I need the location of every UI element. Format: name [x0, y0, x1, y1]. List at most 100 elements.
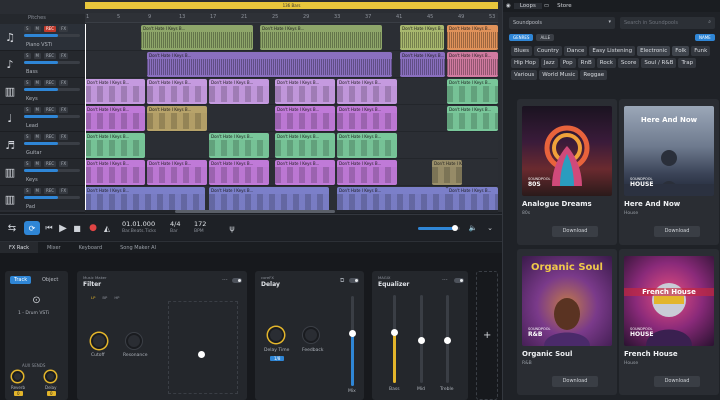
- fx-button[interactable]: FX: [59, 134, 69, 140]
- audio-clip[interactable]: Don't Hate I Keys B...: [447, 52, 498, 77]
- audio-clip[interactable]: Don't Hate I Keys B...: [447, 25, 498, 50]
- mode-lp[interactable]: LP: [91, 295, 95, 300]
- genre-tag[interactable]: Trap: [678, 58, 697, 68]
- track-header[interactable]: ▥ S M REC FX Pad: [0, 186, 85, 213]
- all-filter[interactable]: ALLE: [536, 34, 555, 41]
- search-input[interactable]: Search in Soundpools ⌕: [620, 17, 715, 29]
- horizontal-scrollbar[interactable]: [85, 210, 498, 213]
- genre-tag[interactable]: Funk: [691, 46, 711, 56]
- loop-toggle-icon[interactable]: ⇆: [5, 221, 19, 235]
- arrangement-range-bar[interactable]: 136 Bars: [85, 2, 498, 9]
- audio-clip[interactable]: Don't Hate I Keys B...: [400, 25, 444, 50]
- track-header[interactable]: ▥ S M REC FX Keys: [0, 159, 85, 186]
- store-icon[interactable]: ▭: [542, 3, 551, 9]
- record-arm-button[interactable]: REC: [44, 107, 57, 113]
- timeline-ruler[interactable]: 1 5 9 13 17 21 25 29 33 37 41 45 49 53: [85, 13, 498, 23]
- audio-clip[interactable]: Don't Hate I Keys B...: [209, 160, 269, 185]
- solo-button[interactable]: S: [24, 107, 31, 113]
- genre-tag[interactable]: Easy Listening: [589, 46, 636, 56]
- track-volume-slider[interactable]: [24, 115, 80, 118]
- track-lane[interactable]: Don't Hate I Keys B... Don't Hate I Keys …: [85, 186, 498, 210]
- download-button[interactable]: Download: [654, 376, 700, 387]
- track-header[interactable]: ♫ S M REC FX Piano VSTi: [0, 24, 85, 51]
- toggle-icon[interactable]: ◉: [503, 3, 514, 9]
- fx-button[interactable]: FX: [59, 53, 69, 59]
- track-volume-slider[interactable]: [24, 34, 80, 37]
- name-filter[interactable]: NAME: [695, 34, 715, 41]
- eq-power-toggle[interactable]: [454, 278, 464, 283]
- track-lane[interactable]: Don't Hate I Keys B... Don't Hate I Keys …: [85, 159, 498, 186]
- audio-clip[interactable]: Don't Hate I Keys B...: [147, 160, 207, 185]
- audio-clip[interactable]: Don't Hate I Keys B...: [432, 160, 462, 185]
- position-display[interactable]: 01.01.000 Bar.Beats.Ticks: [122, 220, 156, 234]
- audio-clip[interactable]: Don't Hate I Keys B...: [337, 106, 397, 131]
- resonance-knob[interactable]: [126, 333, 142, 349]
- audio-clip[interactable]: Don't Hate I Keys B...: [147, 52, 392, 77]
- record-arm-button[interactable]: REC: [44, 80, 57, 86]
- mute-button[interactable]: M: [33, 53, 41, 59]
- download-button[interactable]: Download: [552, 226, 598, 237]
- mute-button[interactable]: M: [33, 80, 41, 86]
- reverb-value[interactable]: 0: [14, 391, 23, 396]
- feedback-knob[interactable]: [303, 327, 319, 343]
- audio-clip[interactable]: Don't Hate I Keys B...: [209, 79, 269, 104]
- soundpool-card[interactable]: SOUNDPOOL 80S Analogue Dreams 80s Downloa…: [517, 99, 617, 245]
- stop-button[interactable]: ■: [70, 221, 84, 235]
- tab-keyboard[interactable]: Keyboard: [70, 242, 112, 254]
- track-lane[interactable]: Don't Hate I Keys B... Don't Hate I Keys …: [85, 24, 498, 51]
- genre-tag[interactable]: RnB: [577, 58, 595, 68]
- filter-power-toggle[interactable]: [232, 278, 242, 283]
- audio-clip[interactable]: Don't Hate I Keys B...: [147, 79, 207, 104]
- track-volume-slider[interactable]: [24, 142, 80, 145]
- solo-button[interactable]: S: [24, 53, 31, 59]
- genre-tag[interactable]: Blues: [511, 46, 533, 56]
- soundpool-card[interactable]: Here And Now SOUNDPOOL HOUSE Here And Now…: [619, 99, 719, 245]
- tab-object[interactable]: Object: [39, 276, 61, 284]
- genre-tag[interactable]: Various: [511, 70, 538, 80]
- delay-send-knob[interactable]: [45, 371, 56, 382]
- download-button[interactable]: Download: [552, 376, 598, 387]
- add-plugin-slot[interactable]: +: [476, 271, 498, 400]
- mode-hp[interactable]: HP: [114, 295, 119, 300]
- speaker-icon[interactable]: 🔈: [468, 221, 478, 235]
- genre-tag[interactable]: Dance: [563, 46, 588, 56]
- more-icon[interactable]: ···: [222, 277, 228, 284]
- tuning-fork-icon[interactable]: ψ: [226, 221, 238, 235]
- tab-song-maker-ai[interactable]: Song Maker AI: [111, 242, 165, 254]
- track-volume-slider[interactable]: [24, 196, 80, 199]
- genre-tag[interactable]: Soul / R&B: [641, 58, 677, 68]
- genre-tag[interactable]: Folk: [672, 46, 690, 56]
- audio-clip[interactable]: Don't Hate I Keys B...: [447, 106, 498, 131]
- audio-clip[interactable]: Don't Hate I Keys B...: [85, 79, 145, 104]
- bass-fader[interactable]: [391, 295, 398, 383]
- delay-sync-value[interactable]: 1/8: [270, 356, 285, 361]
- fx-button[interactable]: FX: [59, 161, 69, 167]
- track-header[interactable]: ♬ S M REC FX Guitar: [0, 132, 85, 159]
- track-volume-slider[interactable]: [24, 169, 80, 172]
- cutoff-knob[interactable]: [91, 333, 107, 349]
- solo-button[interactable]: S: [24, 80, 31, 86]
- track-lane[interactable]: Don't Hate I Keys B... Don't Hate I Keys …: [85, 132, 498, 159]
- mix-fader[interactable]: [349, 296, 356, 386]
- track-lane[interactable]: Don't Hate I Keys B... Don't Hate I Keys …: [85, 51, 498, 78]
- mid-fader[interactable]: [418, 295, 425, 383]
- audio-clip[interactable]: Don't Hate I Keys B...: [275, 79, 335, 104]
- xy-pad-handle[interactable]: [198, 351, 205, 358]
- audio-clip[interactable]: Don't Hate I Keys B...: [209, 133, 269, 158]
- mute-button[interactable]: M: [33, 26, 41, 32]
- genre-tag[interactable]: Hip Hop: [511, 58, 539, 68]
- audio-clip[interactable]: Don't Hate I Keys B...: [400, 52, 445, 77]
- audio-clip[interactable]: Don't Hate I Keys B...: [85, 187, 205, 210]
- solo-button[interactable]: S: [24, 134, 31, 140]
- soundpool-card[interactable]: Organic Soul SOUNDPOOL R&B Organic Soul R…: [517, 249, 617, 395]
- audio-clip[interactable]: Don't Hate I Keys B...: [337, 187, 447, 210]
- record-button[interactable]: ●: [86, 221, 100, 235]
- delay-power-toggle[interactable]: [349, 278, 359, 283]
- reverb-send-knob[interactable]: [12, 371, 23, 382]
- audio-clip[interactable]: Don't Hate I Keys B...: [209, 187, 329, 210]
- expand-icon[interactable]: ⧉: [340, 277, 344, 285]
- signature-display[interactable]: 4/4 Bar: [170, 220, 180, 234]
- audio-clip[interactable]: Don't Hate I Keys B...: [147, 106, 207, 131]
- mute-button[interactable]: M: [33, 134, 41, 140]
- cycle-button[interactable]: ⟳: [24, 221, 40, 235]
